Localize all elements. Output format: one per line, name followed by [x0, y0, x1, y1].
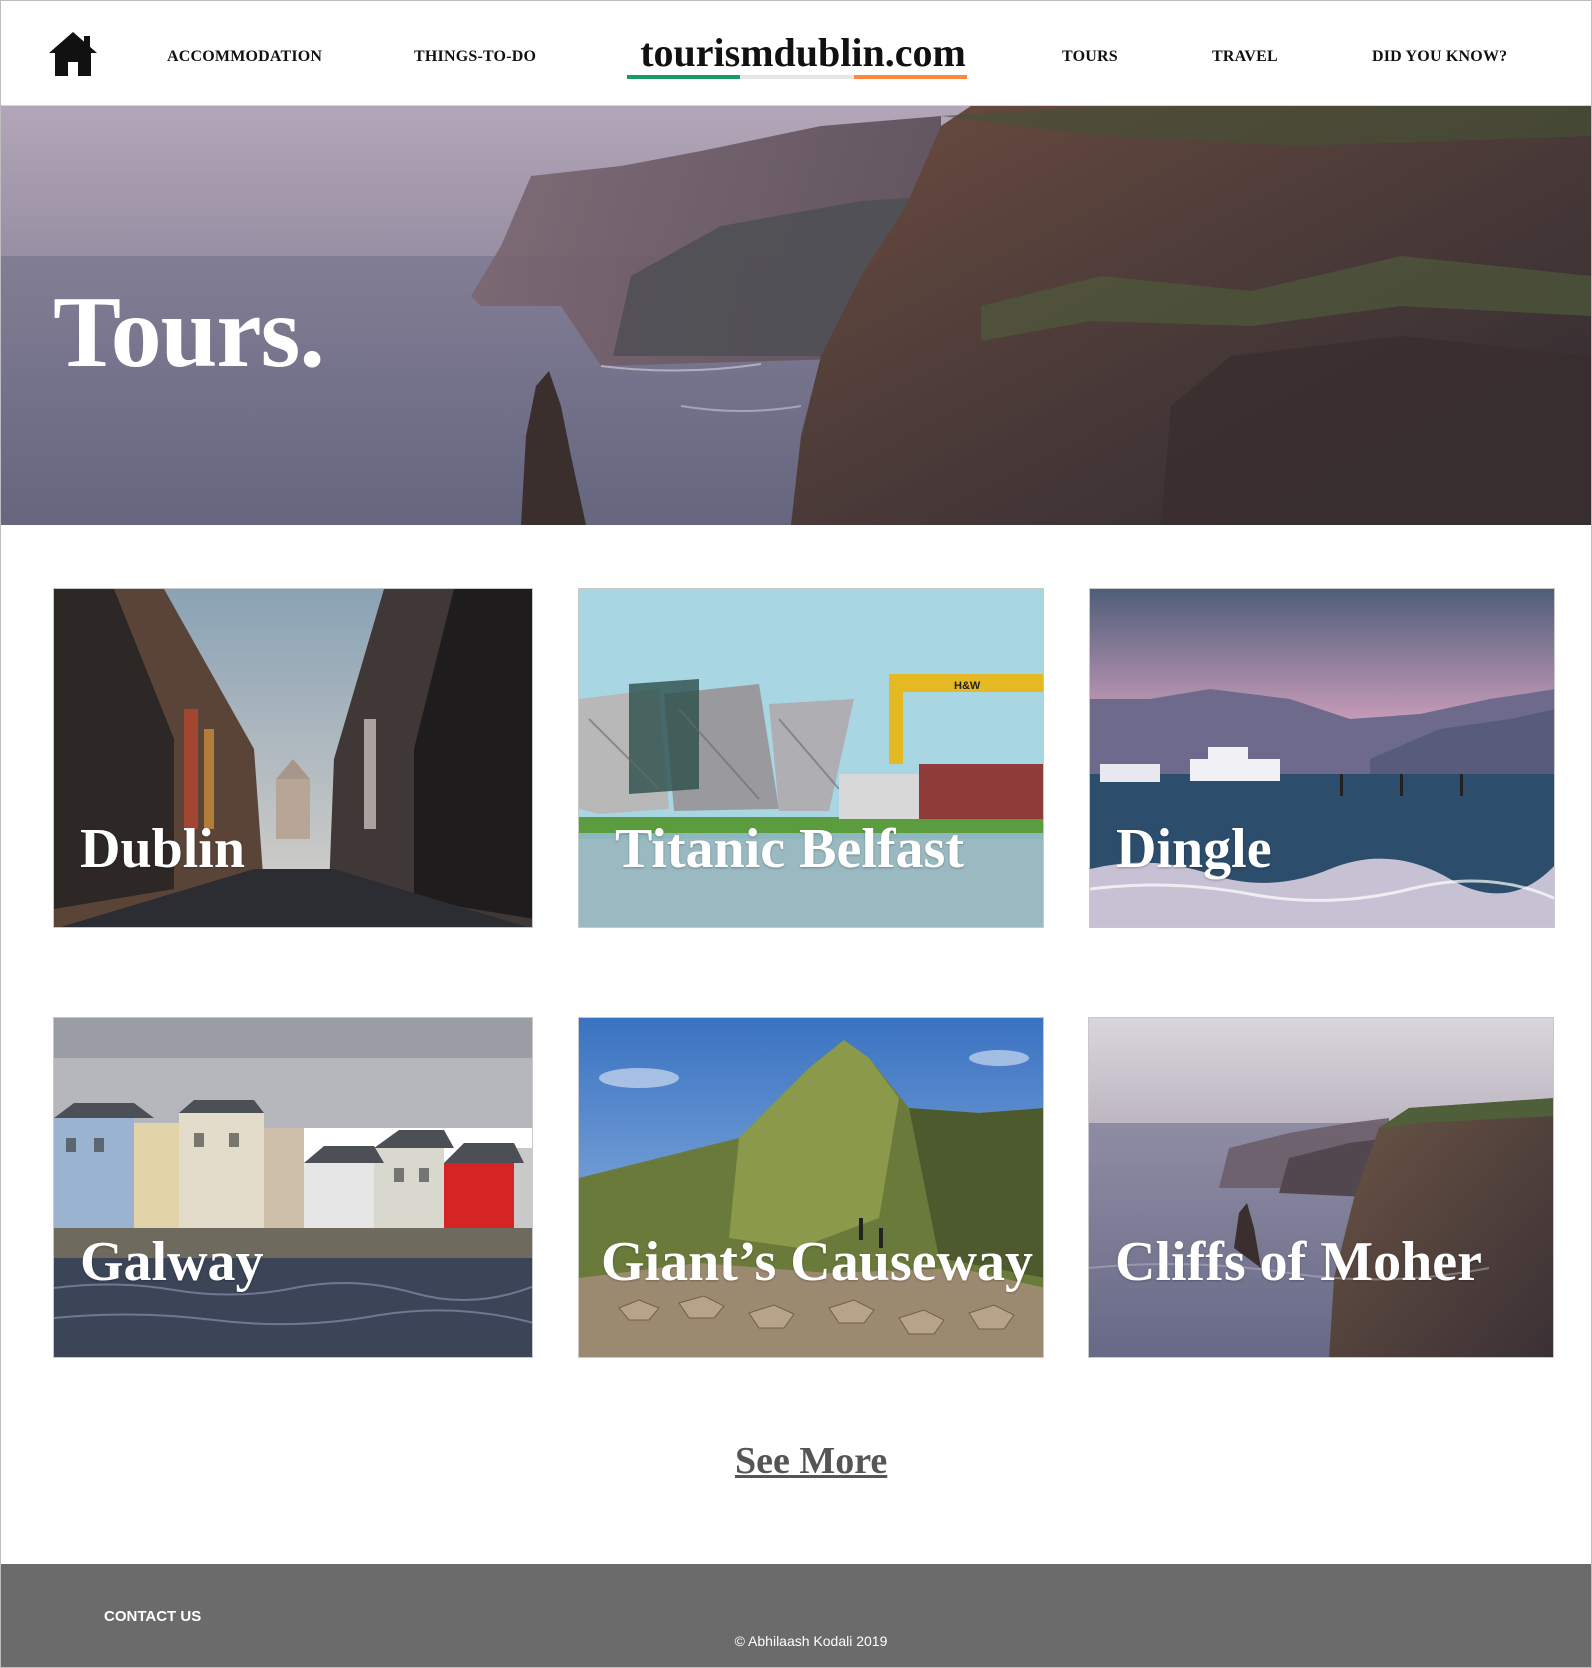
nav-travel[interactable]: TRAVEL: [1212, 48, 1278, 66]
site-header: ACCOMMODATION THINGS-TO-DO tourismdublin…: [1, 1, 1591, 106]
site-footer: CONTACT US © Abhilaash Kodali 2019: [1, 1564, 1591, 1667]
galway-harbour-image: [54, 1018, 532, 1357]
tour-label: Dingle: [1116, 818, 1272, 880]
hero-banner: Tours.: [1, 106, 1591, 525]
page: ACCOMMODATION THINGS-TO-DO tourismdublin…: [0, 0, 1592, 1668]
svg-text:H&W: H&W: [954, 680, 981, 692]
home-icon[interactable]: [45, 29, 101, 79]
tour-card-giants-causeway[interactable]: Giant’s Causeway: [578, 1017, 1044, 1358]
contact-us-link[interactable]: CONTACT US: [104, 1608, 201, 1625]
nav-tours[interactable]: TOURS: [1062, 48, 1118, 66]
nav-accommodation[interactable]: ACCOMMODATION: [167, 48, 322, 66]
see-more-link[interactable]: See More: [735, 1439, 887, 1483]
tour-card-cliffs-of-moher[interactable]: Cliffs of Moher: [1088, 1017, 1554, 1358]
hero-title: Tours.: [53, 276, 325, 389]
tour-card-galway[interactable]: Galway: [53, 1017, 533, 1358]
tour-label: Cliffs of Moher: [1115, 1231, 1483, 1293]
tour-card-dublin[interactable]: Dublin: [53, 588, 533, 928]
site-logo[interactable]: tourismdublin.com: [625, 29, 981, 76]
giants-causeway-image: [579, 1018, 1043, 1357]
logo-tricolour-bar: [627, 75, 967, 79]
tour-label: Titanic Belfast: [615, 818, 964, 880]
tour-card-titanic-belfast[interactable]: H&W Titanic Belfast: [578, 588, 1044, 928]
tour-label: Galway: [80, 1231, 264, 1293]
copyright-text: © Abhilaash Kodali 2019: [734, 1633, 888, 1649]
tour-label: Dublin: [80, 818, 245, 880]
tour-card-dingle[interactable]: Dingle: [1089, 588, 1555, 928]
nav-did-you-know[interactable]: DID YOU KNOW?: [1372, 48, 1507, 66]
cliffs-of-moher-image: [1089, 1018, 1553, 1357]
nav-things-to-do[interactable]: THINGS-TO-DO: [414, 48, 536, 66]
tour-label: Giant’s Causeway: [601, 1231, 1033, 1293]
